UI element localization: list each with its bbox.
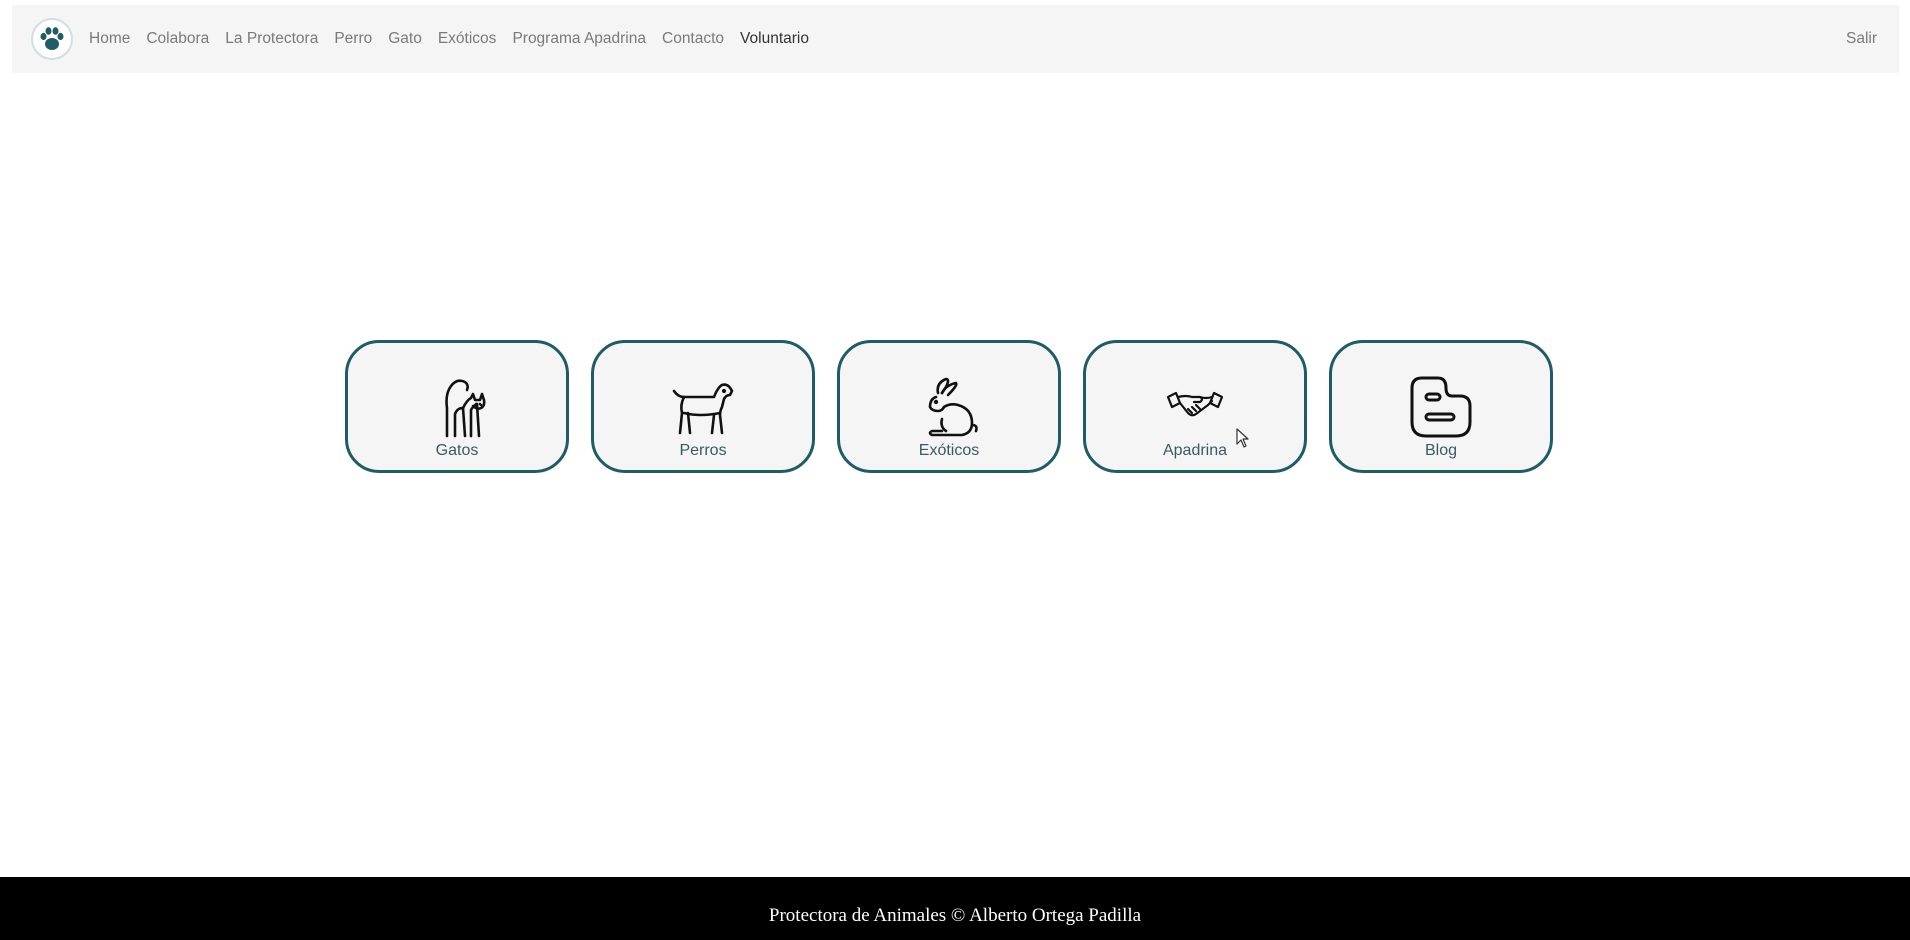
mouse-cursor-icon bbox=[1236, 428, 1250, 448]
nav-links: Home Colabora La Protectora Perro Gato E… bbox=[89, 30, 825, 48]
card-label: Exóticos bbox=[918, 442, 980, 459]
nav-link-voluntario[interactable]: Voluntario bbox=[740, 30, 809, 48]
nav-link-la-protectora[interactable]: La Protectora bbox=[225, 30, 318, 48]
category-cards: Gatos Perros Exóticos Apadrina Blog bbox=[345, 340, 1553, 473]
card-gatos[interactable]: Gatos bbox=[345, 340, 569, 473]
card-label: Perros bbox=[679, 442, 727, 459]
nav-link-gato[interactable]: Gato bbox=[388, 30, 422, 48]
rabbit-icon bbox=[914, 374, 984, 440]
nav-link-exoticos[interactable]: Exóticos bbox=[438, 30, 497, 48]
card-apadrina[interactable]: Apadrina bbox=[1083, 340, 1307, 473]
nav-link-home[interactable]: Home bbox=[89, 30, 130, 48]
handshake-icon bbox=[1160, 374, 1230, 440]
nav-link-contacto[interactable]: Contacto bbox=[662, 30, 724, 48]
card-perros[interactable]: Perros bbox=[591, 340, 815, 473]
card-exoticos[interactable]: Exóticos bbox=[837, 340, 1061, 473]
nav-link-perro[interactable]: Perro bbox=[334, 30, 372, 48]
card-label: Gatos bbox=[435, 442, 479, 459]
blogger-icon bbox=[1406, 374, 1476, 440]
cat-icon bbox=[422, 374, 492, 440]
page: Home Colabora La Protectora Perro Gato E… bbox=[0, 0, 1910, 940]
nav-link-colabora[interactable]: Colabora bbox=[146, 30, 209, 48]
footer-copyright: Protectora de Animales © Alberto Ortega … bbox=[768, 904, 1142, 926]
card-label: Blog bbox=[1424, 442, 1458, 459]
card-blog[interactable]: Blog bbox=[1329, 340, 1553, 473]
navbar: Home Colabora La Protectora Perro Gato E… bbox=[12, 5, 1899, 73]
footer: Protectora de Animales © Alberto Ortega … bbox=[0, 877, 1910, 940]
dog-icon bbox=[668, 374, 738, 440]
logout-link[interactable]: Salir bbox=[1846, 5, 1877, 73]
paw-print-icon[interactable] bbox=[31, 18, 73, 60]
card-label: Apadrina bbox=[1162, 442, 1228, 459]
nav-link-programa-apadrina[interactable]: Programa Apadrina bbox=[512, 30, 646, 48]
